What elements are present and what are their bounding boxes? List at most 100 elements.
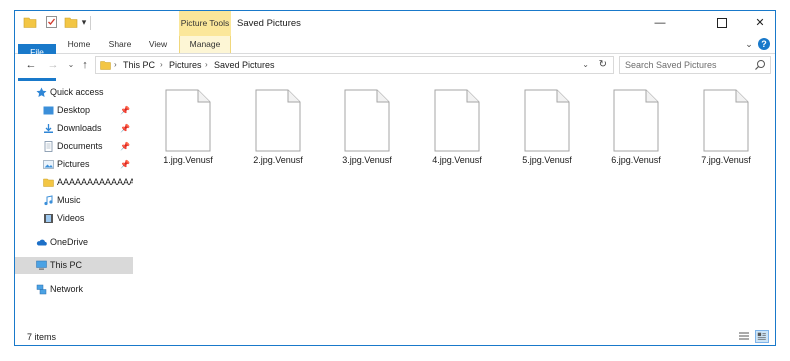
breadcrumb-pictures[interactable]: Pictures bbox=[169, 57, 202, 73]
forward-button[interactable]: → bbox=[45, 57, 61, 73]
window-title: Saved Pictures bbox=[237, 18, 301, 29]
help-icon[interactable]: ? bbox=[758, 38, 770, 50]
status-bar: 7 items bbox=[15, 329, 775, 345]
address-dropdown-icon[interactable]: ⌄ bbox=[582, 57, 589, 73]
picture-tools-label: Picture Tools bbox=[179, 11, 231, 36]
sidebar-item-this-pc[interactable]: This PC bbox=[15, 257, 133, 274]
back-button[interactable]: ← bbox=[23, 57, 39, 73]
folder-icon[interactable] bbox=[23, 15, 37, 29]
file-name: 7.jpg.Venusf bbox=[701, 155, 751, 165]
sidebar-item-music[interactable]: Music bbox=[15, 192, 133, 209]
file-name: 2.jpg.Venusf bbox=[253, 155, 303, 165]
network-icon bbox=[36, 284, 47, 295]
file-icon bbox=[165, 89, 211, 152]
refresh-icon[interactable]: ↻ bbox=[599, 57, 607, 73]
sidebar-item-videos[interactable]: Videos bbox=[15, 210, 133, 227]
pin-icon[interactable]: 📌 bbox=[120, 156, 130, 173]
breadcrumb-separator[interactable]: › bbox=[205, 57, 208, 73]
tab-home[interactable]: Home bbox=[62, 36, 96, 53]
search-input[interactable]: Search Saved Pictures bbox=[619, 56, 771, 74]
file-item[interactable]: 2.jpg.Venusf bbox=[243, 89, 313, 179]
sidebar-item-label: Network bbox=[50, 284, 84, 294]
music-icon bbox=[44, 195, 53, 206]
pictures-icon bbox=[43, 160, 54, 169]
expand-ribbon-icon[interactable]: ⌄ bbox=[743, 38, 755, 50]
folder-icon bbox=[100, 61, 111, 70]
file-name: 6.jpg.Venusf bbox=[611, 155, 661, 165]
file-name: 1.jpg.Venusf bbox=[163, 155, 213, 165]
file-list: 1.jpg.Venusf 2.jpg.Venusf 3.jpg.Venusf 4… bbox=[133, 81, 775, 329]
breadcrumb-separator[interactable]: › bbox=[160, 57, 163, 73]
properties-icon[interactable] bbox=[45, 15, 59, 29]
file-item[interactable]: 5.jpg.Venusf bbox=[512, 89, 582, 179]
sidebar-item-label: Downloads bbox=[57, 123, 102, 133]
sidebar-item-downloads[interactable]: Downloads 📌 bbox=[15, 120, 133, 137]
sidebar-item-folder[interactable]: AAAAAAAAAAAAAA bbox=[15, 174, 133, 191]
downloads-icon bbox=[44, 124, 53, 133]
breadcrumb-separator[interactable]: › bbox=[114, 57, 117, 73]
up-button[interactable]: ↑ bbox=[77, 57, 93, 73]
search-icon[interactable] bbox=[754, 59, 766, 71]
file-item[interactable]: 3.jpg.Venusf bbox=[332, 89, 402, 179]
computer-icon bbox=[36, 260, 47, 270]
file-name: 3.jpg.Venusf bbox=[342, 155, 392, 165]
file-icon bbox=[255, 89, 301, 152]
explorer-window: ▾ Picture Tools Saved Pictures — ✕ File … bbox=[14, 10, 776, 346]
file-name: 5.jpg.Venusf bbox=[522, 155, 572, 165]
file-icon bbox=[434, 89, 480, 152]
sidebar-item-documents[interactable]: Documents 📌 bbox=[15, 138, 133, 155]
sidebar-item-quick-access[interactable]: Quick access bbox=[15, 84, 133, 101]
tab-view[interactable]: View bbox=[141, 36, 175, 53]
folder-icon bbox=[43, 178, 54, 187]
file-item[interactable]: 7.jpg.Venusf bbox=[691, 89, 761, 179]
cloud-icon bbox=[36, 239, 47, 246]
toolbar-divider bbox=[90, 16, 91, 30]
sidebar-item-label: Pictures bbox=[57, 159, 90, 169]
videos-icon bbox=[44, 214, 53, 223]
details-view-icon[interactable] bbox=[737, 330, 751, 343]
sidebar-item-label: OneDrive bbox=[50, 237, 89, 247]
new-folder-icon[interactable] bbox=[64, 15, 78, 29]
file-item[interactable]: 6.jpg.Venusf bbox=[601, 89, 671, 179]
sidebar-item-label: AAAAAAAAAAAAAA bbox=[57, 177, 133, 187]
address-row: ← → ⌄ ↑ › This PC › Pictures › Saved Pic… bbox=[15, 54, 775, 78]
documents-icon bbox=[44, 141, 53, 152]
maximize-icon bbox=[717, 18, 727, 29]
breadcrumb-this-pc[interactable]: This PC bbox=[123, 57, 155, 73]
minimize-button[interactable]: — bbox=[637, 11, 683, 36]
breadcrumb-saved-pictures[interactable]: Saved Pictures bbox=[214, 57, 275, 73]
star-icon bbox=[36, 87, 47, 97]
ribbon-tabs: File Home Share View Manage ⌄ ? bbox=[15, 36, 775, 134]
tab-manage[interactable]: Manage bbox=[179, 36, 231, 53]
sidebar-item-label: Documents bbox=[57, 141, 103, 151]
navigation-pane: Quick access Desktop 📌 Downloads 📌 Docum… bbox=[15, 81, 133, 329]
sidebar-item-label: Desktop bbox=[57, 105, 91, 115]
large-icons-view-icon[interactable] bbox=[755, 330, 769, 343]
pin-icon[interactable]: 📌 bbox=[120, 138, 130, 155]
sidebar-item-label: Quick access bbox=[50, 87, 104, 97]
customize-toolbar-icon[interactable]: ▾ bbox=[77, 15, 91, 29]
pin-icon[interactable]: 📌 bbox=[120, 102, 130, 119]
sidebar-item-label: This PC bbox=[50, 260, 83, 270]
sidebar-item-desktop[interactable]: Desktop 📌 bbox=[15, 102, 133, 119]
title-bar: ▾ Picture Tools Saved Pictures — ✕ bbox=[15, 11, 775, 36]
file-item[interactable]: 4.jpg.Venusf bbox=[422, 89, 492, 179]
pin-icon[interactable]: 📌 bbox=[120, 120, 130, 137]
file-icon bbox=[613, 89, 659, 152]
sidebar-item-label: Music bbox=[57, 195, 81, 205]
address-bar[interactable]: › This PC › Pictures › Saved Pictures ⌄ … bbox=[95, 56, 614, 74]
sidebar-item-network[interactable]: Network bbox=[15, 281, 133, 298]
sidebar-item-label: Videos bbox=[57, 213, 85, 223]
desktop-icon bbox=[43, 106, 54, 115]
file-name: 4.jpg.Venusf bbox=[432, 155, 482, 165]
tab-share[interactable]: Share bbox=[103, 36, 137, 53]
file-icon bbox=[344, 89, 390, 152]
item-count: 7 items bbox=[27, 332, 57, 342]
file-item[interactable]: 1.jpg.Venusf bbox=[153, 89, 223, 179]
file-icon bbox=[524, 89, 570, 152]
sidebar-item-pictures[interactable]: Pictures 📌 bbox=[15, 156, 133, 173]
sidebar-item-onedrive[interactable]: OneDrive bbox=[15, 234, 133, 251]
search-placeholder: Search Saved Pictures bbox=[625, 60, 717, 70]
file-icon bbox=[703, 89, 749, 152]
close-button[interactable]: ✕ bbox=[737, 11, 775, 36]
